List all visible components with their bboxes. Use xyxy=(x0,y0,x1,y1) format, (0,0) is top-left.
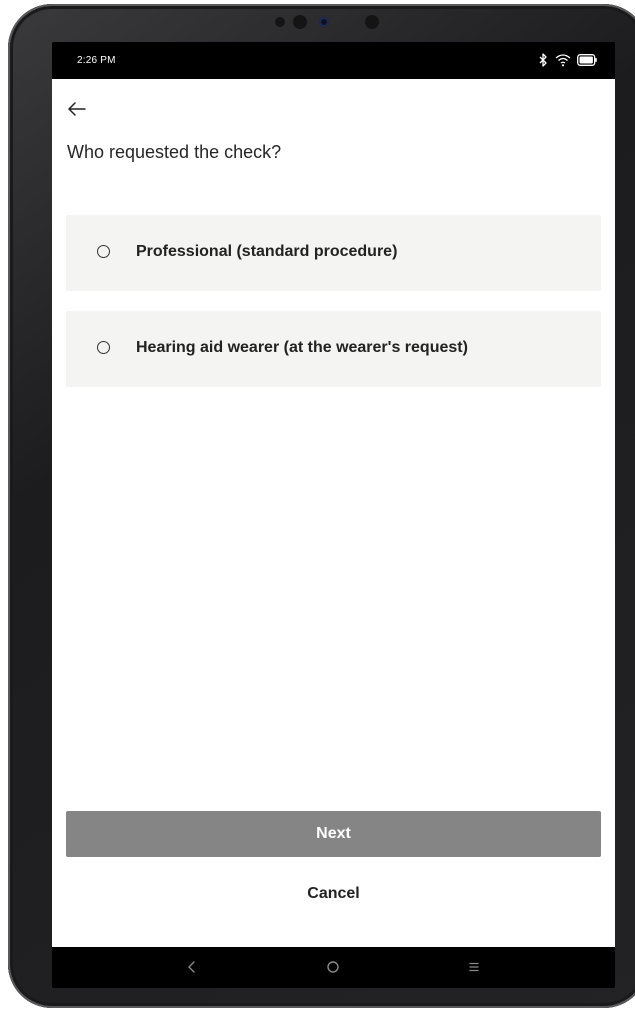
sensor-dot xyxy=(293,15,307,29)
bluetooth-icon xyxy=(539,53,547,67)
option-label: Professional (standard procedure) xyxy=(136,243,398,260)
home-circle-icon xyxy=(327,961,339,973)
option-label: Hearing aid wearer (at the wearer's requ… xyxy=(136,339,468,356)
screen: 2:26 PM Who requested the check? Profess… xyxy=(52,42,615,988)
nav-home-button[interactable] xyxy=(321,957,345,977)
camera-bar xyxy=(273,12,393,34)
wifi-icon xyxy=(555,54,571,67)
option-professional[interactable]: Professional (standard procedure) xyxy=(66,215,601,291)
navigation-bar xyxy=(52,947,615,988)
status-icons xyxy=(537,53,597,67)
option-hearing-aid-wearer[interactable]: Hearing aid wearer (at the wearer's requ… xyxy=(66,311,601,387)
status-bar: 2:26 PM xyxy=(52,42,615,79)
camera-lens-icon xyxy=(319,17,329,27)
nav-menu-button[interactable] xyxy=(462,957,486,977)
next-button[interactable]: Next xyxy=(66,811,601,857)
sensor-dot xyxy=(275,17,285,27)
battery-icon xyxy=(577,54,597,66)
sensor-dot xyxy=(365,15,379,29)
arrow-left-icon xyxy=(68,102,86,116)
back-button[interactable] xyxy=(66,99,88,119)
radio-button[interactable] xyxy=(97,341,110,354)
status-time: 2:26 PM xyxy=(77,55,116,66)
radio-button[interactable] xyxy=(97,245,110,258)
tablet-frame: 2:26 PM Who requested the check? Profess… xyxy=(8,4,635,1008)
back-chevron-icon xyxy=(188,961,195,973)
nav-back-button[interactable] xyxy=(180,957,204,977)
cancel-button[interactable]: Cancel xyxy=(66,874,601,914)
menu-lines-icon xyxy=(469,962,479,972)
page-title: Who requested the check? xyxy=(67,142,282,162)
app-content: Who requested the check? Professional (s… xyxy=(52,79,615,947)
sensor-dot xyxy=(343,21,346,24)
